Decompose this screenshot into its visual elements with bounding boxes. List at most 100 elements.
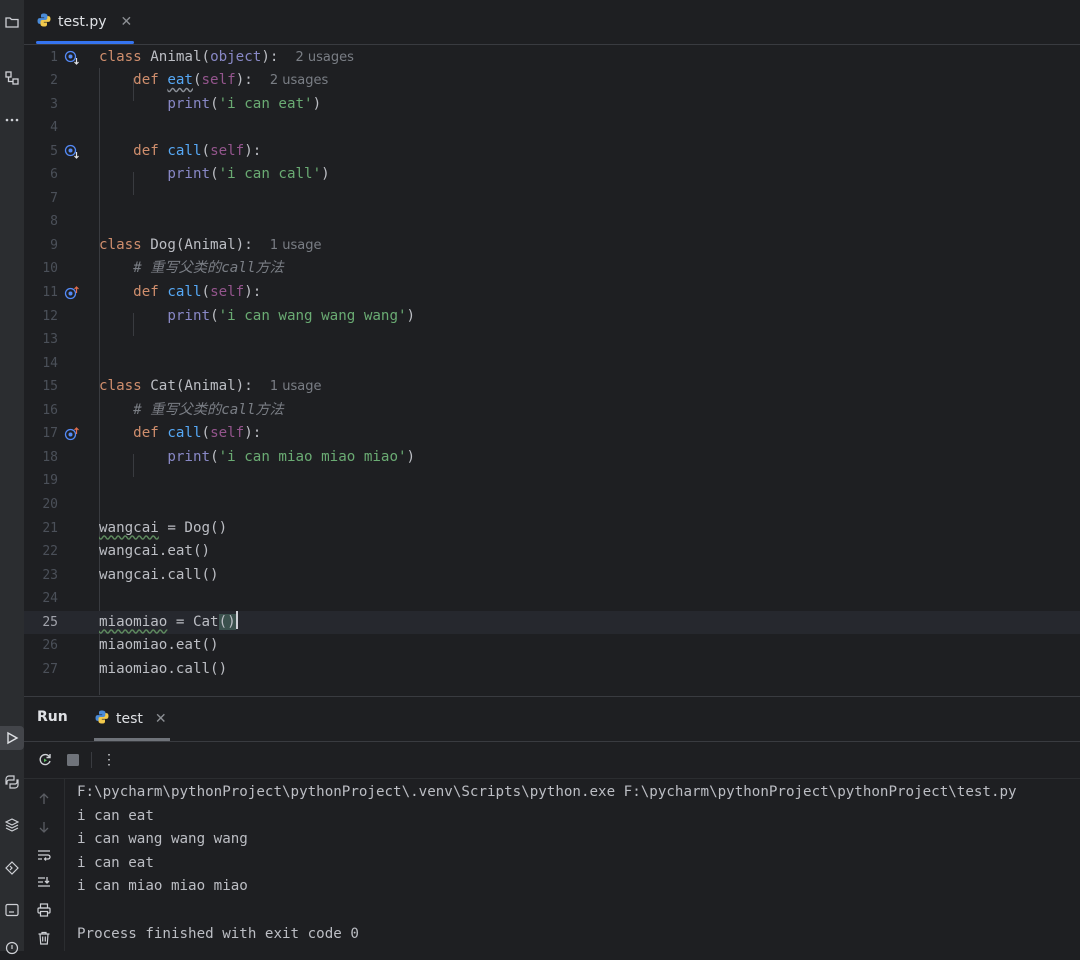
line-number: 10 [42, 261, 58, 277]
console-line: i can miao miao miao [77, 878, 248, 895]
code-text[interactable]: print('i can wang wang wang') [99, 305, 415, 329]
active-run-tab-indicator [94, 738, 170, 741]
console-line: i can eat [77, 807, 154, 824]
toolbar-separator [91, 752, 92, 768]
code-text[interactable]: def call(self): [99, 140, 261, 164]
services-icon[interactable] [0, 856, 24, 880]
code-text[interactable]: class Animal(object): 2 usages [99, 46, 354, 70]
overridden-method-icon[interactable] [64, 50, 80, 66]
code-text[interactable]: # 重写父类的call方法 [99, 257, 284, 281]
line-number: 15 [42, 379, 58, 395]
tab-label: test.py [58, 14, 107, 30]
code-line[interactable]: 20 [24, 493, 1080, 517]
code-line[interactable]: 2 def eat(self): 2 usages [24, 69, 1080, 93]
code-text[interactable]: print('i can eat') [99, 93, 321, 117]
run-tab-test[interactable]: test ✕ [94, 697, 170, 741]
console-output[interactable]: F:\pycharm\pythonProject\pythonProject\.… [77, 781, 1080, 946]
code-line[interactable]: 10 # 重写父类的call方法 [24, 257, 1080, 281]
line-number: 1 [50, 49, 58, 65]
overriding-method-icon[interactable] [64, 285, 80, 301]
code-text[interactable]: def eat(self): 2 usages [99, 69, 328, 93]
layers-icon[interactable] [0, 813, 24, 837]
code-line[interactable]: 9 class Dog(Animal): 1 usage [24, 234, 1080, 258]
code-line[interactable]: 6 print('i can call') [24, 163, 1080, 187]
code-line[interactable]: 1 class Animal(object): 2 usages [24, 46, 1080, 70]
code-text[interactable]: wangcai = Dog() [99, 517, 227, 541]
scroll-up-icon[interactable] [34, 789, 54, 809]
overridden-method-icon[interactable] [64, 144, 80, 160]
code-text[interactable]: wangcai.call() [99, 564, 219, 588]
line-number: 3 [50, 96, 58, 112]
line-number: 24 [42, 591, 58, 607]
code-line[interactable]: 21 wangcai = Dog() [24, 517, 1080, 541]
python-console-icon[interactable] [0, 770, 24, 794]
left-tool-strip [0, 0, 25, 955]
code-line[interactable]: 27 miaomiao.call() [24, 658, 1080, 682]
code-text[interactable]: miaomiao.eat() [99, 634, 219, 658]
stop-icon[interactable] [63, 750, 83, 770]
line-number: 16 [42, 402, 58, 418]
tab-close-button[interactable]: ✕ [121, 14, 133, 30]
code-line[interactable]: 18 print('i can miao miao miao') [24, 446, 1080, 470]
more-options-icon[interactable]: ⋮ [99, 750, 119, 770]
code-text[interactable]: def call(self): [99, 281, 261, 305]
structure-icon[interactable] [0, 66, 24, 90]
code-text[interactable]: miaomiao = Cat() [99, 610, 238, 635]
code-text[interactable]: class Dog(Animal): 1 usage [99, 234, 321, 258]
code-text[interactable]: def call(self): [99, 422, 261, 446]
line-number: 4 [50, 120, 58, 136]
line-number: 23 [42, 567, 58, 583]
code-line[interactable]: 16 # 重写父类的call方法 [24, 399, 1080, 423]
scroll-to-end-icon[interactable] [34, 872, 54, 892]
run-toolbar: ⋮ [24, 742, 1080, 779]
python-file-icon [94, 709, 110, 729]
code-line[interactable]: 22 wangcai.eat() [24, 540, 1080, 564]
console-line: i can eat [77, 854, 154, 871]
editor-tab-bar: test.py ✕ [24, 0, 1080, 45]
code-line[interactable]: 19 [24, 469, 1080, 493]
code-editor[interactable]: 1 class Animal(object): 2 usages 2 def eat… [24, 45, 1080, 695]
code-line[interactable]: 15 class Cat(Animal): 1 usage [24, 375, 1080, 399]
scroll-down-icon[interactable] [34, 817, 54, 837]
code-text[interactable]: print('i can call') [99, 163, 329, 187]
print-icon[interactable] [34, 900, 54, 920]
code-text[interactable]: wangcai.eat() [99, 540, 210, 564]
code-line[interactable]: 23 wangcai.call() [24, 564, 1080, 588]
run-tool-icon[interactable] [0, 726, 24, 750]
run-panel-header: Run test ✕ [24, 697, 1080, 742]
rerun-icon[interactable] [35, 750, 55, 770]
more-tools-icon[interactable] [0, 108, 24, 132]
code-text[interactable]: miaomiao.call() [99, 658, 227, 682]
code-text[interactable]: class Cat(Animal): 1 usage [99, 375, 321, 399]
project-folder-icon[interactable] [0, 10, 24, 34]
code-line[interactable]: 13 [24, 328, 1080, 352]
code-line[interactable]: 17 def call(self): [24, 422, 1080, 446]
trash-icon[interactable] [34, 928, 54, 948]
run-panel: Run test ✕ ⋮ F:\pycharm\pythonProject\py… [24, 696, 1080, 951]
overriding-method-icon[interactable] [64, 426, 80, 442]
code-line[interactable]: 8 [24, 210, 1080, 234]
code-line[interactable]: 7 [24, 187, 1080, 211]
code-line[interactable]: 25 miaomiao = Cat() [24, 610, 1080, 635]
code-line[interactable]: 11 def call(self): [24, 281, 1080, 305]
line-number: 17 [42, 426, 58, 442]
line-number: 22 [42, 544, 58, 560]
line-number: 5 [50, 143, 58, 159]
tab-test-py[interactable]: test.py ✕ [36, 0, 134, 44]
code-text[interactable]: print('i can miao miao miao') [99, 446, 415, 470]
code-line[interactable]: 4 [24, 116, 1080, 140]
code-text[interactable]: # 重写父类的call方法 [99, 399, 284, 423]
run-tab-close-button[interactable]: ✕ [155, 711, 167, 727]
terminal-icon[interactable] [0, 898, 24, 922]
code-line[interactable]: 3 print('i can eat') [24, 93, 1080, 117]
problems-icon[interactable] [0, 936, 24, 960]
line-number: 8 [50, 214, 58, 230]
line-number: 26 [42, 638, 58, 654]
code-line[interactable]: 24 [24, 587, 1080, 611]
code-line[interactable]: 5 def call(self): [24, 140, 1080, 164]
code-line[interactable]: 12 print('i can wang wang wang') [24, 305, 1080, 329]
line-number: 20 [42, 496, 58, 512]
soft-wrap-icon[interactable] [34, 845, 54, 865]
code-line[interactable]: 26 miaomiao.eat() [24, 634, 1080, 658]
code-line[interactable]: 14 [24, 352, 1080, 376]
